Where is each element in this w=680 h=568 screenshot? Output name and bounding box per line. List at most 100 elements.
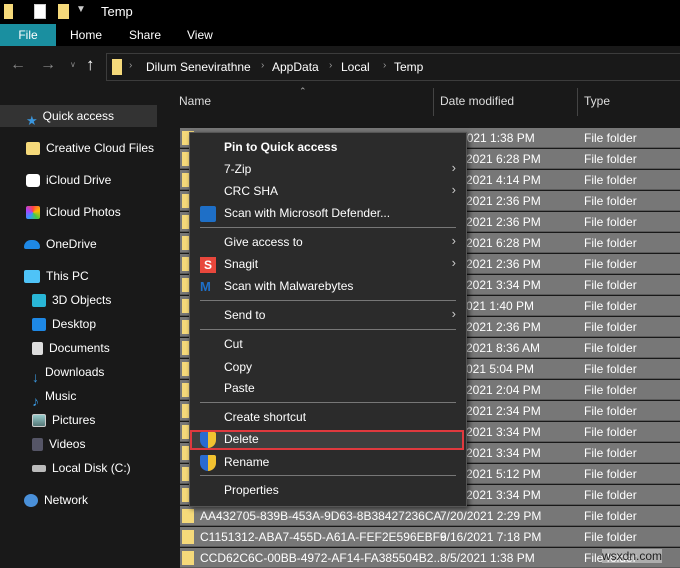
menu-item-snagit[interactable]: Snagit	[224, 257, 258, 271]
document-icon	[32, 342, 43, 355]
address-bar[interactable]: › Dilum Senevirathne › AppData › Local ›…	[106, 53, 680, 81]
file-date: 2021 2:36 PM	[466, 212, 541, 232]
file-date: 2021 2:36 PM	[466, 254, 541, 274]
file-date: 2021 8:36 AM	[466, 338, 540, 358]
file-type: File folder	[584, 254, 637, 274]
menu-item-create-shortcut[interactable]: Create shortcut	[224, 410, 306, 424]
sidebar-item-pictures[interactable]: Pictures	[32, 409, 95, 431]
menu-item-rename[interactable]: Rename	[224, 455, 269, 469]
properties-icon[interactable]	[34, 4, 46, 19]
breadcrumb-appdata[interactable]: AppData	[272, 60, 319, 74]
chevron-right-icon: ›	[383, 60, 386, 71]
file-date: 2021 6:28 PM	[466, 149, 541, 169]
file-type: File folder	[584, 401, 637, 421]
file-type: File folder	[584, 275, 637, 295]
file-type: File folder	[584, 317, 637, 337]
folder-icon	[112, 59, 122, 75]
tab-home[interactable]: Home	[60, 24, 112, 46]
breadcrumb-user[interactable]: Dilum Senevirathne	[146, 60, 251, 74]
menu-item-send-to[interactable]: Send to	[224, 308, 265, 322]
sidebar-item-icloud-drive[interactable]: iCloud Drive	[26, 169, 111, 191]
file-type: File folder	[584, 149, 637, 169]
tab-view[interactable]: View	[177, 24, 223, 46]
sidebar-item-documents[interactable]: Documents	[32, 337, 110, 359]
sidebar-item-downloads[interactable]: ↓Downloads	[32, 361, 104, 383]
file-type: File folder	[584, 128, 637, 148]
sidebar-item-network[interactable]: Network	[24, 489, 88, 511]
sidebar-item-label: Downloads	[45, 365, 104, 379]
tab-share[interactable]: Share	[119, 24, 171, 46]
sidebar-item-music[interactable]: ♪ Music	[32, 385, 76, 407]
menu-item-properties[interactable]: Properties	[224, 483, 279, 497]
uac-shield-icon	[200, 455, 216, 471]
breadcrumb-local[interactable]: Local	[341, 60, 370, 74]
file-row[interactable]: C1151312-ABA7-455D-A61A-FEF2E596EBF96/16…	[180, 527, 680, 547]
watermark: wsxdn.com	[602, 549, 662, 563]
new-folder-icon[interactable]	[58, 4, 69, 19]
menu-item-7zip[interactable]: 7-Zip	[224, 162, 251, 176]
sidebar-item-3d-objects[interactable]: 3D Objects	[32, 289, 111, 311]
sidebar-item-icloud-photos[interactable]: iCloud Photos	[26, 201, 121, 223]
up-icon[interactable]: ↑	[86, 55, 95, 75]
recent-locations-icon[interactable]: ∨	[70, 60, 76, 69]
file-date: 2021 3:34 PM	[466, 443, 541, 463]
sidebar-item-desktop[interactable]: Desktop	[32, 313, 96, 335]
file-date: 021 5:04 PM	[466, 359, 534, 379]
menu-separator	[200, 300, 456, 301]
column-header-date[interactable]: Date modified	[440, 94, 514, 108]
icloud-icon	[26, 174, 40, 187]
column-header-name[interactable]: Name	[179, 94, 211, 108]
ribbon-tabs: File Home Share View	[0, 24, 680, 46]
file-date: 2021 2:36 PM	[466, 317, 541, 337]
menu-item-give-access[interactable]: Give access to	[224, 235, 303, 249]
music-icon: ♪	[32, 390, 39, 403]
menu-separator	[200, 402, 456, 403]
video-icon	[32, 438, 43, 451]
file-type: File folder	[584, 380, 637, 400]
menu-item-copy[interactable]: Copy	[224, 360, 252, 374]
sidebar-item-onedrive[interactable]: OneDrive	[24, 233, 97, 255]
sidebar-item-local-disk[interactable]: Local Disk (C:)	[32, 457, 131, 479]
file-type: File folder	[584, 506, 637, 526]
file-date: 2021 4:14 PM	[466, 170, 541, 190]
chevron-right-icon: ›	[452, 160, 456, 175]
network-icon	[24, 494, 38, 507]
file-type: File folder	[584, 485, 637, 505]
sidebar-item-label: This PC	[46, 269, 89, 283]
file-date: 2021 2:04 PM	[466, 380, 541, 400]
chevron-right-icon: ›	[452, 233, 456, 248]
file-date: 2021 5:12 PM	[466, 464, 541, 484]
sidebar-item-creative-cloud[interactable]: Creative Cloud Files	[26, 137, 154, 159]
forward-icon[interactable]: →	[40, 56, 56, 74]
sidebar-item-label: Music	[45, 389, 76, 403]
menu-item-scan-malwarebytes[interactable]: Scan with Malwarebytes	[224, 279, 353, 293]
window-title: Temp	[101, 4, 133, 19]
customize-toolbar-icon[interactable]: ▼	[76, 4, 86, 15]
menu-item-crc-sha[interactable]: CRC SHA	[224, 184, 278, 198]
sort-ascending-icon: ⌃	[299, 86, 307, 97]
file-name: AA432705-839B-453A-9D63-8B38427236CA	[200, 506, 442, 526]
menu-separator	[200, 475, 456, 476]
menu-item-delete[interactable]: Delete	[224, 432, 259, 446]
file-type: File folder	[584, 212, 637, 232]
file-type: File folder	[584, 527, 637, 547]
menu-item-cut[interactable]: Cut	[224, 337, 243, 351]
file-date: 7/20/2021 2:29 PM	[440, 506, 541, 526]
breadcrumb-temp[interactable]: Temp	[394, 60, 423, 74]
file-row[interactable]: AA432705-839B-453A-9D63-8B38427236CA7/20…	[180, 506, 680, 526]
file-type: File folder	[584, 464, 637, 484]
sidebar-item-videos[interactable]: Videos	[32, 433, 85, 455]
column-header-type[interactable]: Type	[584, 94, 610, 108]
menu-separator	[200, 227, 456, 228]
menu-item-scan-defender[interactable]: Scan with Microsoft Defender...	[224, 206, 390, 220]
column-divider[interactable]	[433, 88, 434, 116]
sidebar-item-this-pc[interactable]: This PC	[24, 265, 89, 287]
sidebar-item-label: iCloud Drive	[46, 173, 111, 187]
column-divider[interactable]	[577, 88, 578, 116]
tab-file[interactable]: File	[0, 24, 56, 46]
menu-item-pin-quick-access[interactable]: Pin to Quick access	[224, 140, 337, 154]
menu-item-paste[interactable]: Paste	[224, 381, 255, 395]
sidebar-item-quick-access[interactable]: ★Quick access	[0, 105, 157, 127]
title-bar: ▼ Temp	[0, 0, 680, 24]
back-icon[interactable]: ←	[10, 56, 26, 74]
